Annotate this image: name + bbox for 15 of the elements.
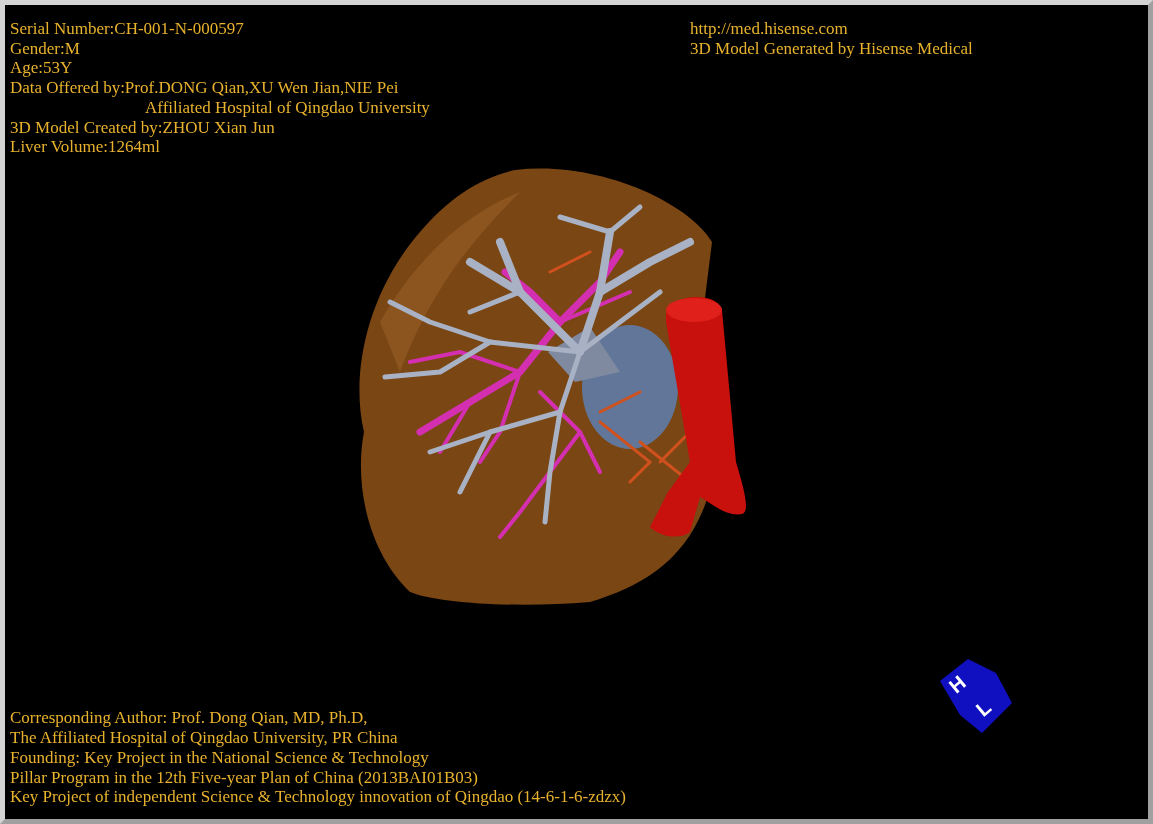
- patient-info-text: Liver Volume:1264ml: [10, 137, 161, 157]
- orientation-cube-icon[interactable]: H L: [940, 659, 1012, 733]
- footer-text: Key Project of independent Science & Technology innovation of Qingdao (14-6-1-6-zdzx): [10, 787, 626, 807]
- patient-info-text: Affiliated Hospital of Qingdao University: [144, 97, 430, 118]
- patient-info-text: 3D Model Created by:ZHOU Xian Jun: [10, 117, 276, 138]
- footer-text: Founding: Key Project in the National Science & Technology: [10, 747, 430, 768]
- patient-info-text: Data Offered by:Prof.DONG Qian,XU Wen Jian,NIE Pei: [10, 78, 400, 98]
- patient-info-text: Age:53Y: [10, 58, 74, 79]
- patient-info-text: Serial Number:CH-001-N-000597: [10, 19, 245, 39]
- footer-text: Pillar Program in the 12th Five-year Plan of China (2013BAI01B03): [10, 767, 479, 788]
- footer-text: Corresponding Author: Prof. Dong Qian, MD, Ph.D,: [10, 708, 369, 729]
- credit-text: 3D Model Generated by Hisense Medical: [690, 38, 974, 59]
- credit-text: http://med.hisense.com: [690, 19, 849, 39]
- footer-text: The Affiliated Hospital of Qingdao University, PR China: [10, 728, 399, 748]
- patient-info-text: Gender:M: [10, 38, 81, 59]
